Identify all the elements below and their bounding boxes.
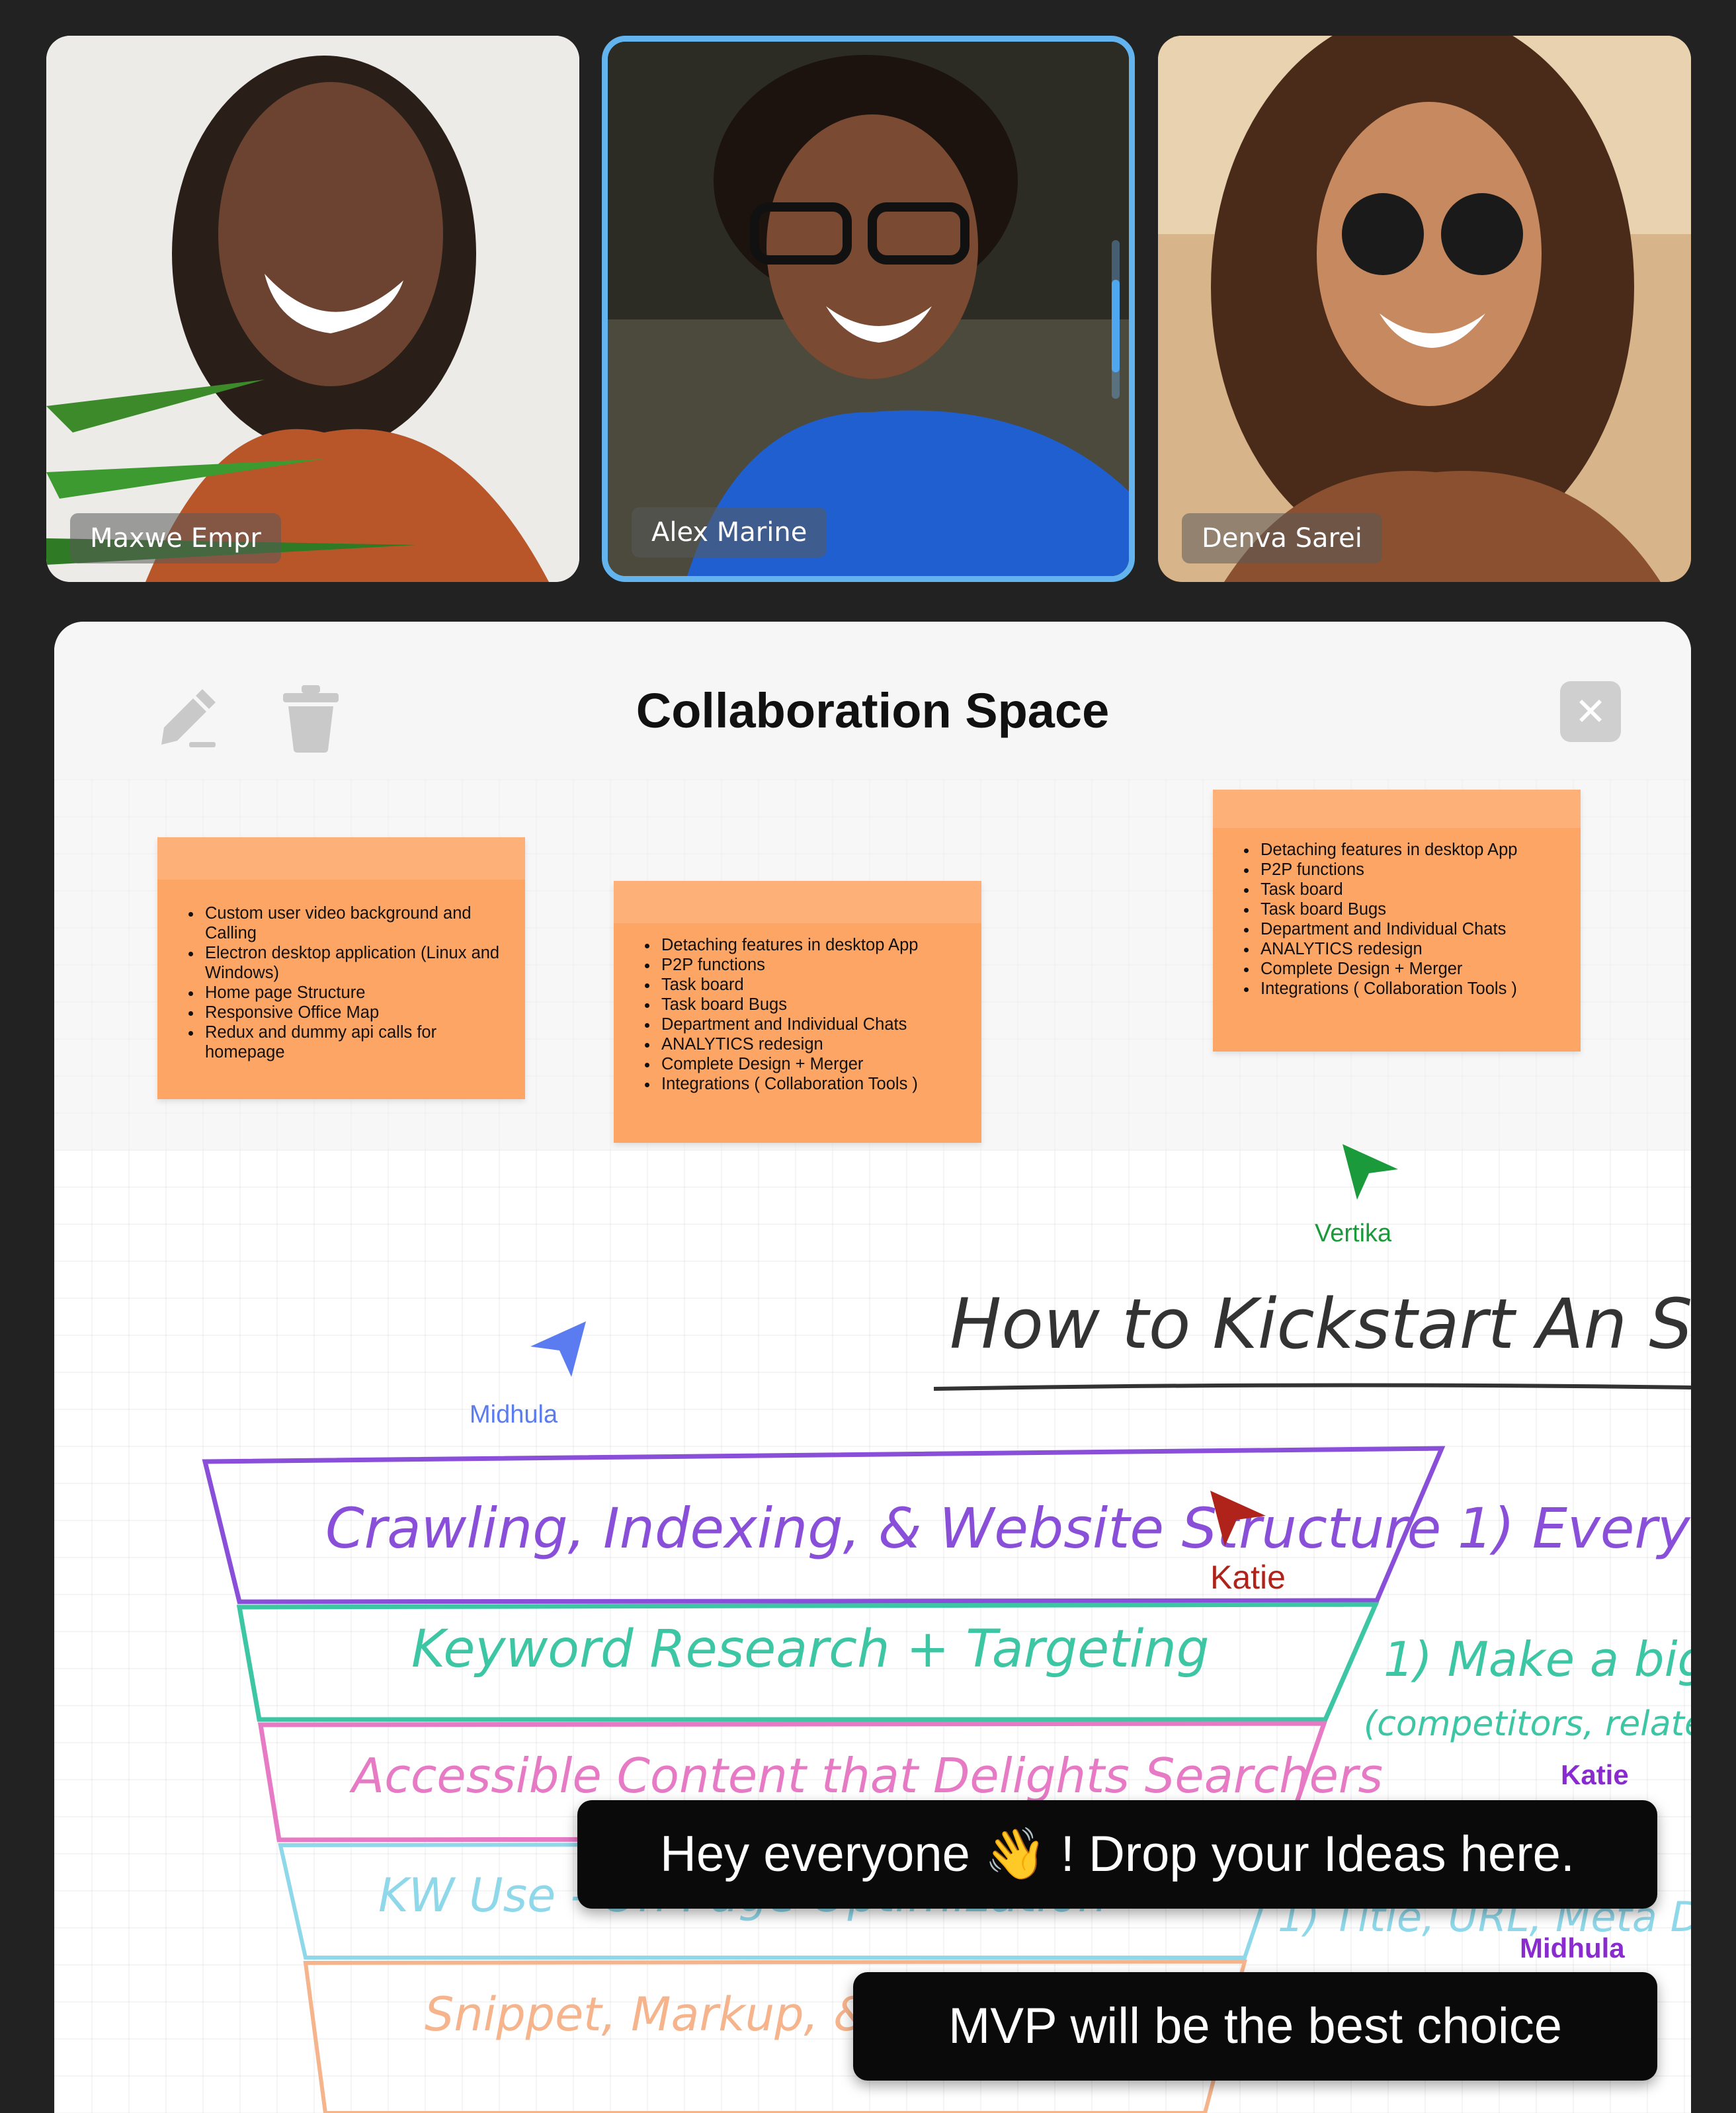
- whiteboard-side-note: 1) Everythi: [1458, 1496, 1691, 1561]
- participant-video: [1158, 36, 1691, 582]
- chat-message: MVP will be the best choice: [853, 1972, 1657, 2081]
- whiteboard-side-note: (competitors, relate: [1364, 1704, 1691, 1744]
- participant-video: [46, 36, 579, 582]
- video-tile-alex-marine[interactable]: Alex Marine: [602, 36, 1135, 582]
- vertika-cursor-icon: [1343, 1144, 1398, 1200]
- chat-author: Midhula: [1520, 1932, 1625, 1964]
- participant-name: Maxwe Empr: [70, 513, 281, 563]
- participant-name: Alex Marine: [632, 507, 827, 558]
- funnel-row-label: Keyword Research + Targeting: [411, 1620, 1209, 1679]
- participant-name: Denva Sarei: [1182, 513, 1382, 563]
- chat-author: Katie: [1561, 1759, 1629, 1790]
- funnel-row-label: Crawling, Indexing, & Website Structure: [325, 1496, 1441, 1561]
- cursor-label-katie: Katie: [1210, 1559, 1286, 1596]
- cursor-label-midhula: Midhula: [470, 1401, 558, 1429]
- whiteboard-heading: How to Kickstart An S: [950, 1284, 1691, 1364]
- whiteboard-side-note: 1) Make a big: [1384, 1632, 1691, 1687]
- participant-video: [608, 42, 1129, 576]
- tile-scrollbar[interactable]: [1112, 240, 1120, 399]
- scrollbar-thumb[interactable]: [1112, 280, 1120, 372]
- midhula-cursor-icon: [530, 1321, 586, 1377]
- chat-message: Hey everyone 👋 ! Drop your Ideas here.: [577, 1800, 1657, 1909]
- video-tile-maxwe-empr[interactable]: Maxwe Empr: [46, 36, 579, 582]
- katie-cursor-icon: [1210, 1491, 1266, 1546]
- funnel-row-label: Snippet, Markup, &: [425, 1987, 870, 2042]
- video-tile-denva-sarei[interactable]: Denva Sarei: [1158, 36, 1691, 582]
- funnel-row-label: Accessible Content that Delights Searche…: [349, 1748, 1383, 1803]
- cursor-label-vertika: Vertika: [1315, 1220, 1392, 1247]
